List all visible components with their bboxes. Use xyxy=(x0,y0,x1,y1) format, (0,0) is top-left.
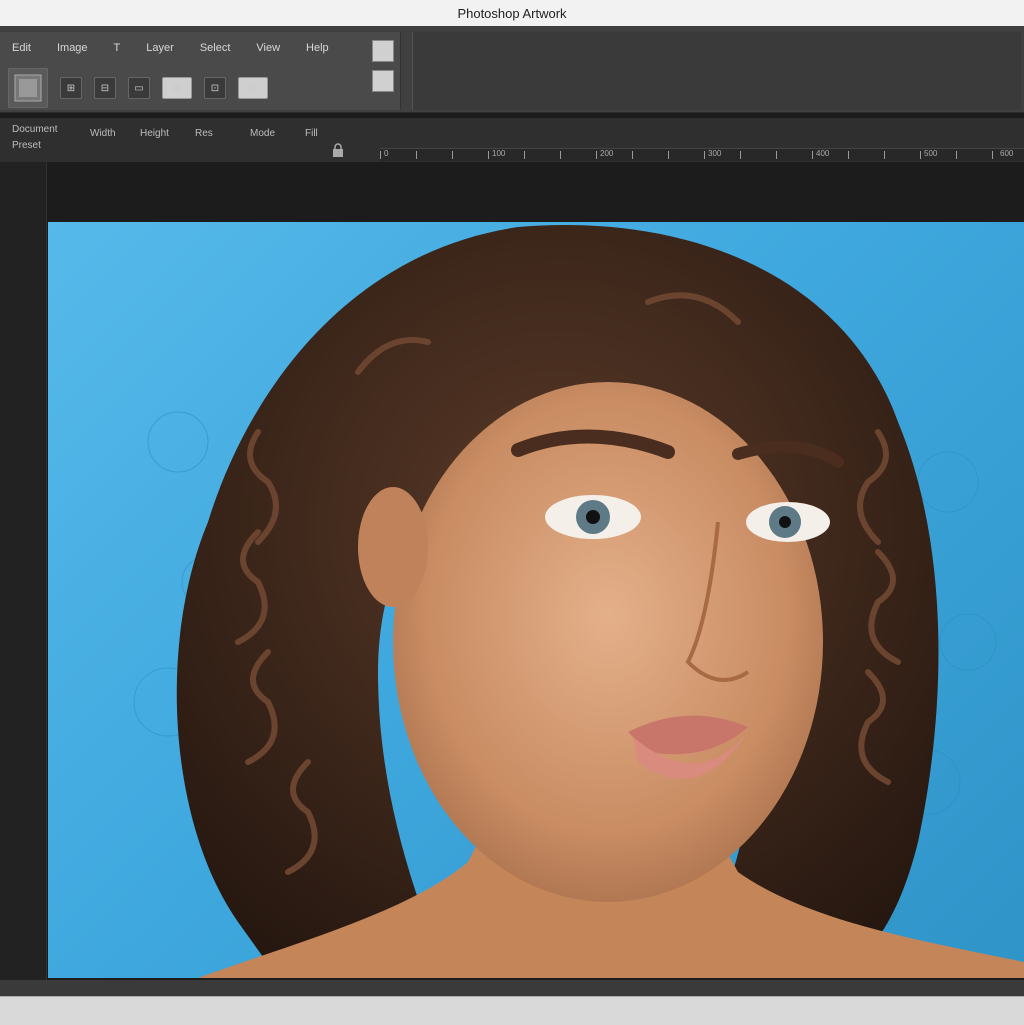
field-mode[interactable]: Mode xyxy=(250,128,275,139)
toolbar-right-area xyxy=(412,32,1021,110)
ruler-tick xyxy=(524,151,525,159)
field-height[interactable]: Height xyxy=(140,128,169,139)
right-pupil xyxy=(779,516,791,528)
ruler-label: 600 xyxy=(1000,149,1014,158)
ruler-tick xyxy=(920,151,921,159)
ruler-tick xyxy=(668,151,669,159)
options-label-document: Document xyxy=(12,124,58,135)
menu-item-image[interactable]: Image xyxy=(53,40,92,56)
app-window: Edit Image T Layer Select View Help ⊞ ⊟ … xyxy=(0,26,1024,996)
ruler-tick xyxy=(416,151,417,159)
bottom-frame xyxy=(0,980,1024,996)
menu-item-view[interactable]: View xyxy=(252,40,284,56)
ruler-tick xyxy=(956,151,957,159)
field-fill[interactable]: Fill xyxy=(305,128,318,139)
ruler-tick xyxy=(848,151,849,159)
field-width[interactable]: Width xyxy=(90,128,116,139)
menu-item-t[interactable]: T xyxy=(110,40,125,56)
menu-item-help[interactable]: Help xyxy=(302,40,333,56)
tool-button-6[interactable]: ▤ xyxy=(238,77,268,99)
ruler-tick xyxy=(884,151,885,159)
ruler-tick xyxy=(632,151,633,159)
tool-button-3[interactable]: ▭ xyxy=(128,77,150,99)
image-thumbnail-icon xyxy=(14,74,42,102)
face xyxy=(393,382,823,902)
ruler-label: 200 xyxy=(600,149,614,158)
ruler-tick xyxy=(596,151,597,159)
ruler-tick xyxy=(560,151,561,159)
left-dock xyxy=(0,162,47,996)
tool-button-1[interactable]: ⊞ xyxy=(60,77,82,99)
ruler-label: 400 xyxy=(816,149,830,158)
ruler-label: 100 xyxy=(492,149,506,158)
lock-icon[interactable] xyxy=(330,142,346,158)
window-title: Photoshop Artwork xyxy=(0,0,1024,26)
portrait-illustration xyxy=(133,225,1024,978)
menu-item-select[interactable]: Select xyxy=(196,40,235,56)
left-pupil xyxy=(586,510,600,524)
ruler-tick xyxy=(488,151,489,159)
tool-button-5[interactable]: ⊡ xyxy=(204,77,226,99)
menu-item-layer[interactable]: Layer xyxy=(142,40,178,56)
tool-button-4[interactable]: ▣ xyxy=(162,77,192,99)
panel-toggle-button[interactable] xyxy=(372,40,394,62)
options-label-preset: Preset xyxy=(12,140,41,151)
ruler-tick xyxy=(992,151,993,159)
ruler-tick xyxy=(380,151,381,159)
menu-bar: Edit Image T Layer Select View Help xyxy=(8,40,333,56)
tool-button-2[interactable]: ⊟ xyxy=(94,77,116,99)
ear xyxy=(358,487,428,607)
field-res[interactable]: Res xyxy=(195,128,213,139)
ruler-tick xyxy=(812,151,813,159)
tool-row: ⊞ ⊟ ▭ ▣ ⊡ ▤ xyxy=(8,68,268,108)
ruler-tick xyxy=(740,151,741,159)
status-bar xyxy=(0,996,1024,1025)
ruler-label: 0 xyxy=(384,149,389,158)
tool-panel: Edit Image T Layer Select View Help ⊞ ⊟ … xyxy=(0,32,401,110)
menu-item-edit[interactable]: Edit xyxy=(8,40,35,56)
canvas-area[interactable] xyxy=(0,162,1024,996)
top-toolbar: Edit Image T Layer Select View Help ⊞ ⊟ … xyxy=(0,26,1024,113)
thumbnail-button[interactable] xyxy=(8,68,48,108)
panel-toggle-button-2[interactable] xyxy=(372,70,394,92)
ruler-tick xyxy=(452,151,453,159)
horizontal-ruler[interactable]: 0 100 200 300 400 500 600 xyxy=(380,148,1024,161)
ruler-label: 300 xyxy=(708,149,722,158)
portrait-photo[interactable] xyxy=(48,222,1024,978)
ruler-tick xyxy=(776,151,777,159)
ruler-tick xyxy=(704,151,705,159)
ruler-label: 500 xyxy=(924,149,938,158)
